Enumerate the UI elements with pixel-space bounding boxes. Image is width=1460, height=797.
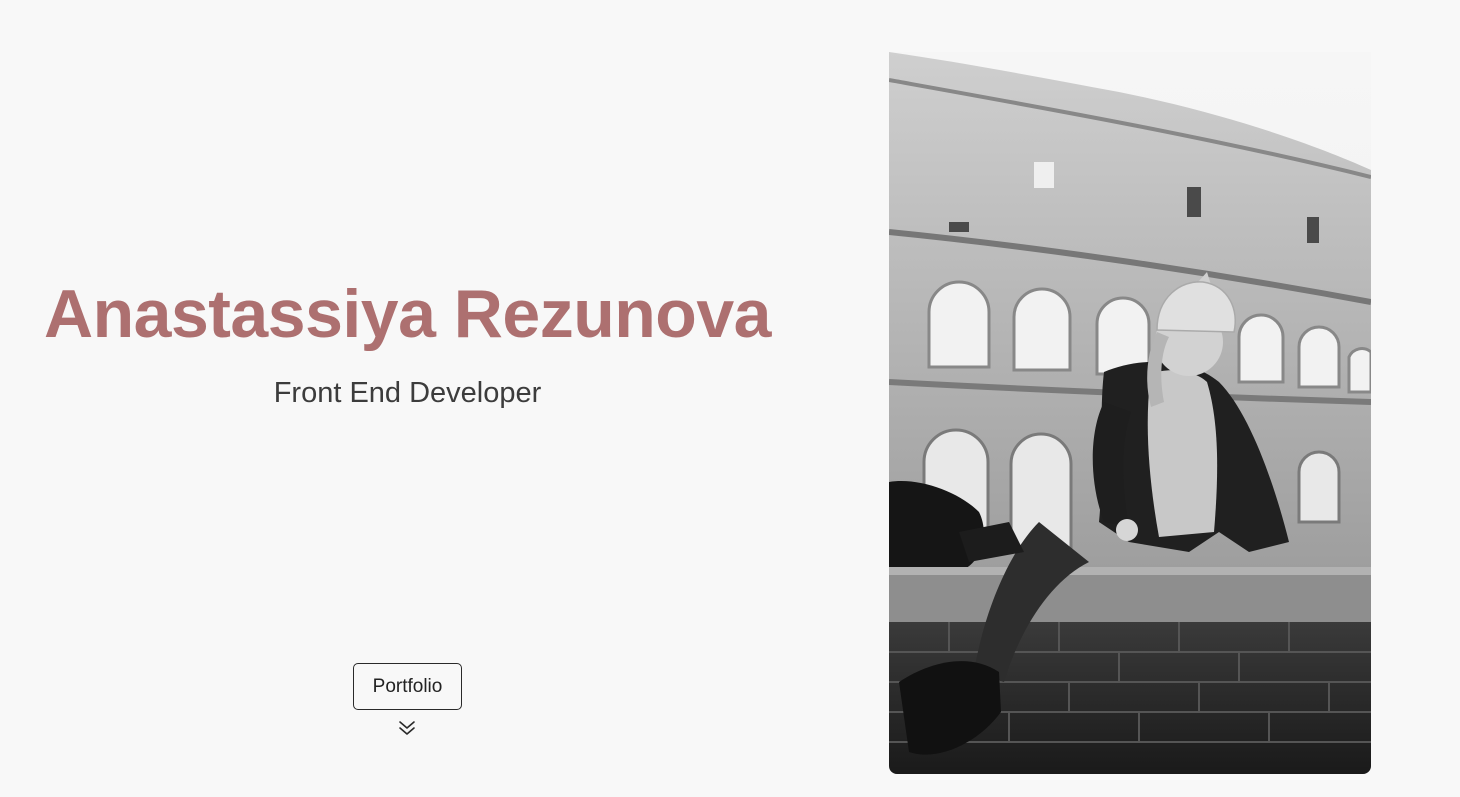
hero-section: Anastassiya Rezunova Front End Developer… xyxy=(0,0,815,797)
profile-photo xyxy=(889,52,1371,774)
portfolio-button-label: Portfolio xyxy=(372,675,443,697)
hero-name: Anastassiya Rezunova xyxy=(44,276,771,352)
chevron-double-down-icon[interactable] xyxy=(396,718,418,740)
hero-role: Front End Developer xyxy=(273,377,542,409)
portfolio-button[interactable]: Portfolio xyxy=(353,663,462,710)
